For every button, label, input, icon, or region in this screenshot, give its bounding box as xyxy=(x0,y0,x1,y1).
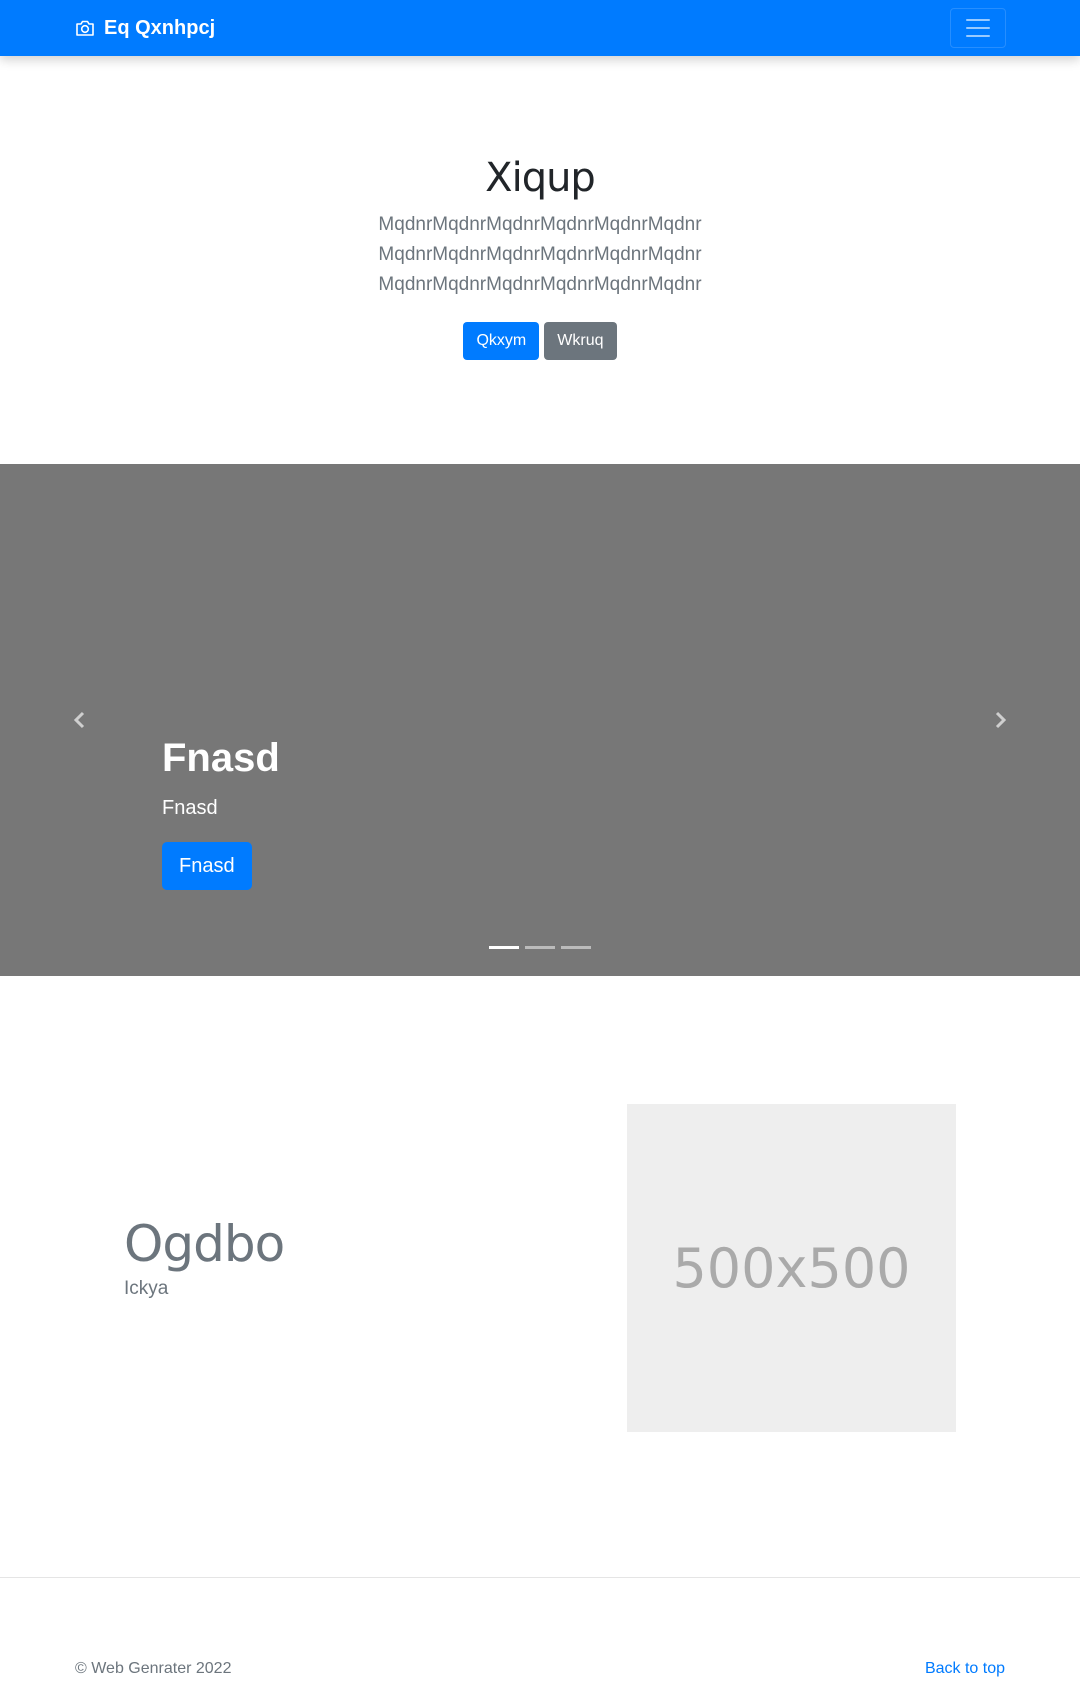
navbar-toggler-button[interactable] xyxy=(950,8,1006,48)
camera-icon xyxy=(75,19,95,37)
carousel: Fnasd Fnasd Fnasd xyxy=(0,464,1080,976)
hero-title: Xiqup xyxy=(485,155,596,201)
feature-image-placeholder: 500x500 xyxy=(627,1104,956,1432)
back-to-top-link[interactable]: Back to top xyxy=(925,1660,1005,1678)
hero-buttons: Qkxym Wkruq xyxy=(0,322,1080,360)
chevron-left-icon xyxy=(73,711,85,729)
navbar: Eq Qxnhpcj xyxy=(0,0,1080,56)
chevron-right-icon xyxy=(995,711,1007,729)
carousel-next-button[interactable] xyxy=(920,464,1080,976)
hero-secondary-button[interactable]: Wkruq xyxy=(544,322,617,360)
hero-section: Xiqup MqdnrMqdnrMqdnrMqdnrMqdnrMqdnr Mqd… xyxy=(0,56,1080,464)
footer-divider xyxy=(0,1577,1080,1578)
carousel-indicator[interactable] xyxy=(561,946,591,949)
hamburger-icon xyxy=(966,19,990,37)
carousel-caption-text: Fnasd xyxy=(162,797,218,819)
carousel-caption-title: Fnasd xyxy=(162,736,280,780)
placeholder-label: 500x500 xyxy=(672,1236,911,1300)
hero-lead-line: MqdnrMqdnrMqdnrMqdnrMqdnrMqdnr xyxy=(378,244,702,265)
brand-link[interactable]: Eq Qxnhpcj xyxy=(75,0,215,56)
carousel-caption: Fnasd Fnasd Fnasd xyxy=(162,734,280,890)
feature-subheading: Ickya xyxy=(124,1278,169,1299)
carousel-prev-button[interactable] xyxy=(0,464,160,976)
carousel-indicator[interactable] xyxy=(525,946,555,949)
hero-lead: MqdnrMqdnrMqdnrMqdnrMqdnrMqdnr MqdnrMqdn… xyxy=(0,210,1080,300)
hero-lead-line: MqdnrMqdnrMqdnrMqdnrMqdnrMqdnr xyxy=(378,274,702,295)
footer-copyright: © Web Genrater 2022 xyxy=(75,1660,232,1677)
feature-heading: Ogdbo xyxy=(124,1215,285,1273)
carousel-indicators xyxy=(0,946,1080,949)
hero-primary-button[interactable]: Qkxym xyxy=(463,322,540,360)
brand-name: Eq Qxnhpcj xyxy=(104,16,216,39)
feature-section: Ogdbo Ickya 500x500 xyxy=(0,976,1080,1576)
hero-lead-line: MqdnrMqdnrMqdnrMqdnrMqdnrMqdnr xyxy=(378,214,702,235)
carousel-caption-button[interactable]: Fnasd xyxy=(162,842,252,890)
carousel-indicator[interactable] xyxy=(489,946,519,949)
